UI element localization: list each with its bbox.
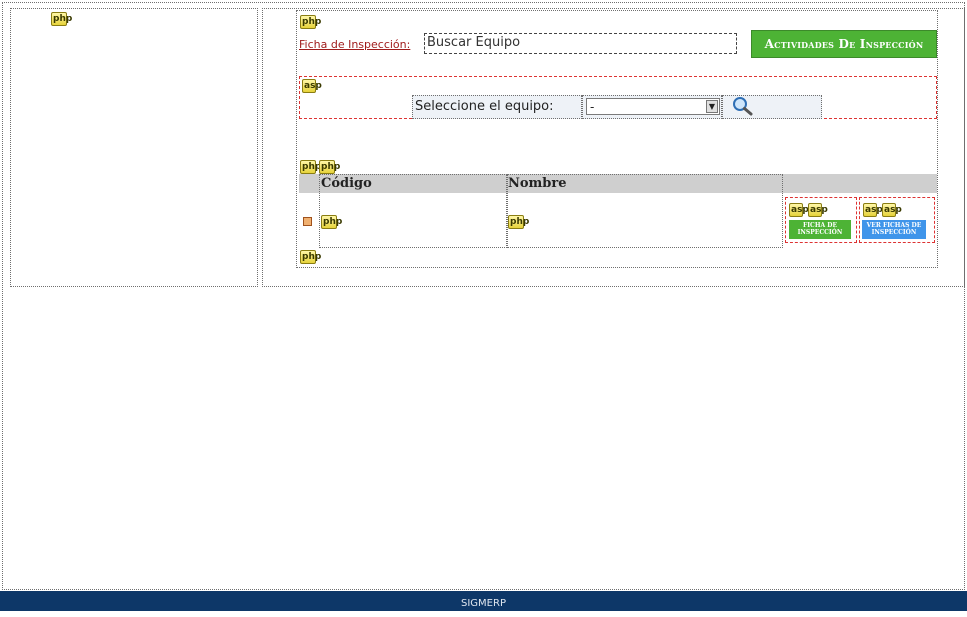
left-column: php bbox=[10, 8, 258, 287]
php-icon: php bbox=[300, 250, 322, 264]
footer-text: SIGMERP bbox=[461, 598, 506, 609]
php-icon: php bbox=[300, 15, 322, 29]
asp-icon: asp bbox=[789, 203, 809, 217]
asp-icon: asp bbox=[302, 79, 322, 93]
search-equipo-input[interactable]: Buscar Equipo bbox=[424, 33, 737, 54]
php-icon: php bbox=[300, 160, 322, 174]
row-marker-icon[interactable] bbox=[303, 217, 312, 226]
seleccione-equipo-label: Seleccione el equipo: bbox=[412, 95, 582, 119]
equipo-select[interactable]: - ▼ bbox=[586, 98, 720, 115]
php-icon: php bbox=[51, 12, 73, 26]
equipo-select-value: - bbox=[590, 100, 595, 114]
asp-icon: asp bbox=[808, 203, 828, 217]
ver-fichas-inspeccion-button[interactable]: Ver Fichas de Inspección bbox=[862, 220, 926, 239]
php-icon: php bbox=[508, 215, 530, 229]
column-header-nombre[interactable]: Nombre bbox=[508, 176, 567, 191]
actividades-inspeccion-button[interactable]: Actividades De Inspección bbox=[751, 30, 937, 58]
php-icon: php bbox=[321, 215, 343, 229]
ficha-inspeccion-button[interactable]: Ficha de Inspección bbox=[789, 220, 851, 239]
footer: SIGMERP bbox=[0, 591, 967, 611]
ficha-inspeccion-label[interactable]: Ficha de Inspección: bbox=[299, 38, 410, 51]
column-header-codigo[interactable]: Código bbox=[321, 176, 372, 191]
php-icon: php bbox=[319, 160, 341, 174]
magnifier-icon[interactable] bbox=[732, 96, 754, 116]
asp-icon: asp bbox=[863, 203, 883, 217]
dropdown-arrow-icon[interactable]: ▼ bbox=[706, 100, 718, 113]
asp-icon: asp bbox=[882, 203, 902, 217]
